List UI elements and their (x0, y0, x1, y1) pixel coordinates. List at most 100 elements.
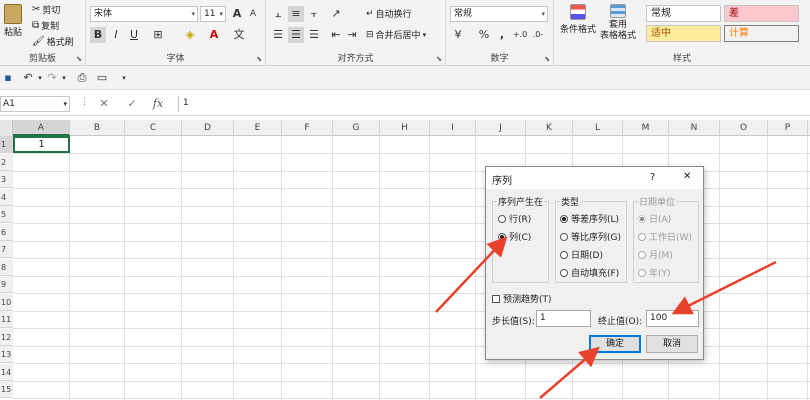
column-header-i[interactable]: I (430, 120, 476, 136)
row-header-15[interactable]: 15 (0, 381, 13, 398)
radio-row[interactable]: 行(R) (498, 212, 531, 225)
column-header-e[interactable]: E (234, 120, 282, 136)
column-header-j[interactable]: J (476, 120, 526, 136)
align-top-icon[interactable]: ⫠ (270, 6, 286, 22)
copy-button[interactable]: ⧉ 复制 (32, 19, 59, 32)
row-header-2[interactable]: 2 (0, 153, 13, 171)
style-bad[interactable]: 差 (724, 5, 799, 22)
radio-month[interactable]: 月(M) (638, 248, 673, 261)
align-left-icon[interactable]: ☰ (270, 27, 286, 43)
print-preview-icon[interactable]: ⎙ (74, 70, 90, 86)
row-header-13[interactable]: 13 (0, 346, 13, 363)
column-header-a[interactable]: A (13, 120, 70, 136)
dialog-launcher-icon[interactable]: ⬊ (544, 55, 550, 63)
conditional-format-button[interactable]: 条件格式 (560, 4, 596, 35)
indent-icon[interactable]: ⇤ (328, 27, 344, 43)
row-header-3[interactable]: 3 (0, 171, 13, 188)
form-icon[interactable]: ▭ (94, 70, 110, 86)
column-header-g[interactable]: G (333, 120, 380, 136)
radio-day[interactable]: 日(A) (638, 212, 671, 225)
column-header-b[interactable]: B (70, 120, 125, 136)
column-header-n[interactable]: N (669, 120, 720, 136)
align-middle-icon[interactable]: ≡ (288, 6, 304, 22)
comma-button[interactable]: , (494, 27, 510, 43)
row-header-9[interactable]: 9 (0, 276, 13, 293)
cut-button[interactable]: ✂ 剪切 (32, 3, 60, 16)
border-icon[interactable]: ⊞ (150, 27, 166, 43)
dialog-launcher-icon[interactable]: ⬊ (436, 55, 442, 63)
align-center-icon[interactable]: ☰ (288, 27, 304, 43)
chevron-down-icon[interactable]: ▾ (56, 70, 72, 86)
row-header-10[interactable]: 10 (0, 293, 13, 311)
radio-autofill[interactable]: 自动填充(F) (560, 266, 619, 279)
row-header-7[interactable]: 7 (0, 241, 13, 258)
bold-button[interactable]: B (90, 27, 106, 43)
paste-button[interactable]: 粘贴 (4, 4, 22, 38)
radio-growth[interactable]: 等比序列(G) (560, 230, 621, 243)
row-header-11[interactable]: 11 (0, 311, 13, 328)
style-calc[interactable]: 计算 (724, 25, 799, 42)
style-neutral[interactable]: 适中 (646, 25, 721, 42)
fx-button[interactable]: fx (150, 96, 166, 112)
step-input[interactable]: 1 (536, 310, 591, 327)
radio-column[interactable]: 列(C) (498, 230, 531, 243)
save-icon[interactable]: ▪ (0, 70, 16, 86)
ok-button[interactable]: 确定 (589, 335, 641, 353)
cell-a1[interactable]: 1 (13, 136, 70, 153)
cancel-button[interactable]: 取消 (646, 335, 698, 353)
column-header-o[interactable]: O (720, 120, 768, 136)
underline-button[interactable]: U (126, 27, 142, 43)
dialog-launcher-icon[interactable]: ⬊ (76, 55, 82, 63)
stop-input[interactable]: 100 (646, 310, 699, 327)
row-header-1[interactable]: 1 (0, 136, 13, 153)
row-header-14[interactable]: 14 (0, 363, 13, 381)
radio-year[interactable]: 年(Y) (638, 266, 671, 279)
font-color-icon[interactable]: A (206, 27, 222, 43)
close-icon[interactable]: ✕ (683, 171, 691, 182)
formula-input[interactable]: 1 (178, 96, 810, 112)
column-header-k[interactable]: K (526, 120, 573, 136)
dialog-launcher-icon[interactable]: ⬊ (256, 55, 262, 63)
row-header-8[interactable]: 8 (0, 258, 13, 276)
select-all-corner[interactable] (0, 120, 13, 136)
radio-weekday[interactable]: 工作日(W) (638, 230, 692, 243)
italic-button[interactable]: I (108, 27, 124, 43)
row-header-4[interactable]: 4 (0, 188, 13, 206)
currency-icon[interactable]: ¥ (450, 27, 466, 43)
merge-center-button[interactable]: ⊟ 合并后居中 ▾ (366, 28, 426, 42)
decrease-decimal-icon[interactable]: .0- (530, 27, 546, 43)
cancel-icon[interactable]: ✕ (96, 96, 112, 112)
column-header-c[interactable]: C (125, 120, 182, 136)
radio-date[interactable]: 日期(D) (560, 248, 603, 261)
row-header-12[interactable]: 12 (0, 328, 13, 346)
outdent-icon[interactable]: ⇥ (344, 27, 360, 43)
column-header-p[interactable]: P (768, 120, 808, 136)
format-as-table-button[interactable]: 套用 表格格式 (600, 4, 636, 42)
font-name-combo[interactable]: 宋体 ▾ (90, 6, 198, 22)
increase-decimal-icon[interactable]: +.0 (512, 27, 528, 43)
percent-button[interactable]: % (476, 27, 492, 43)
shrink-font-button[interactable]: A (245, 6, 261, 22)
row-header-6[interactable]: 6 (0, 223, 13, 241)
orientation-icon[interactable]: ↗ (328, 6, 344, 22)
name-box[interactable]: A1 ▾ (0, 96, 70, 112)
customize-qat-icon[interactable]: ▾ (116, 70, 132, 86)
align-bottom-icon[interactable]: ⫟ (306, 6, 322, 22)
grow-font-button[interactable]: A (229, 6, 245, 22)
font-size-combo[interactable]: 11 ▾ (200, 6, 226, 22)
enter-icon[interactable]: ✓ (124, 96, 140, 112)
format-painter-button[interactable]: 🖌 格式刷 (32, 35, 74, 48)
column-header-d[interactable]: D (182, 120, 234, 136)
number-format-combo[interactable]: 常规 ▾ (450, 6, 548, 22)
row-header-5[interactable]: 5 (0, 206, 13, 223)
column-header-l[interactable]: L (573, 120, 623, 136)
column-header-h[interactable]: H (380, 120, 430, 136)
help-icon[interactable]: ? (650, 172, 655, 183)
style-normal[interactable]: 常规 (646, 5, 721, 22)
phonetic-icon[interactable]: 文 (231, 27, 247, 43)
wrap-text-button[interactable]: ↵ 自动换行 (366, 7, 412, 21)
align-right-icon[interactable]: ☰ (306, 27, 322, 43)
radio-linear[interactable]: 等差序列(L) (560, 212, 619, 225)
column-header-f[interactable]: F (282, 120, 333, 136)
column-header-m[interactable]: M (623, 120, 669, 136)
